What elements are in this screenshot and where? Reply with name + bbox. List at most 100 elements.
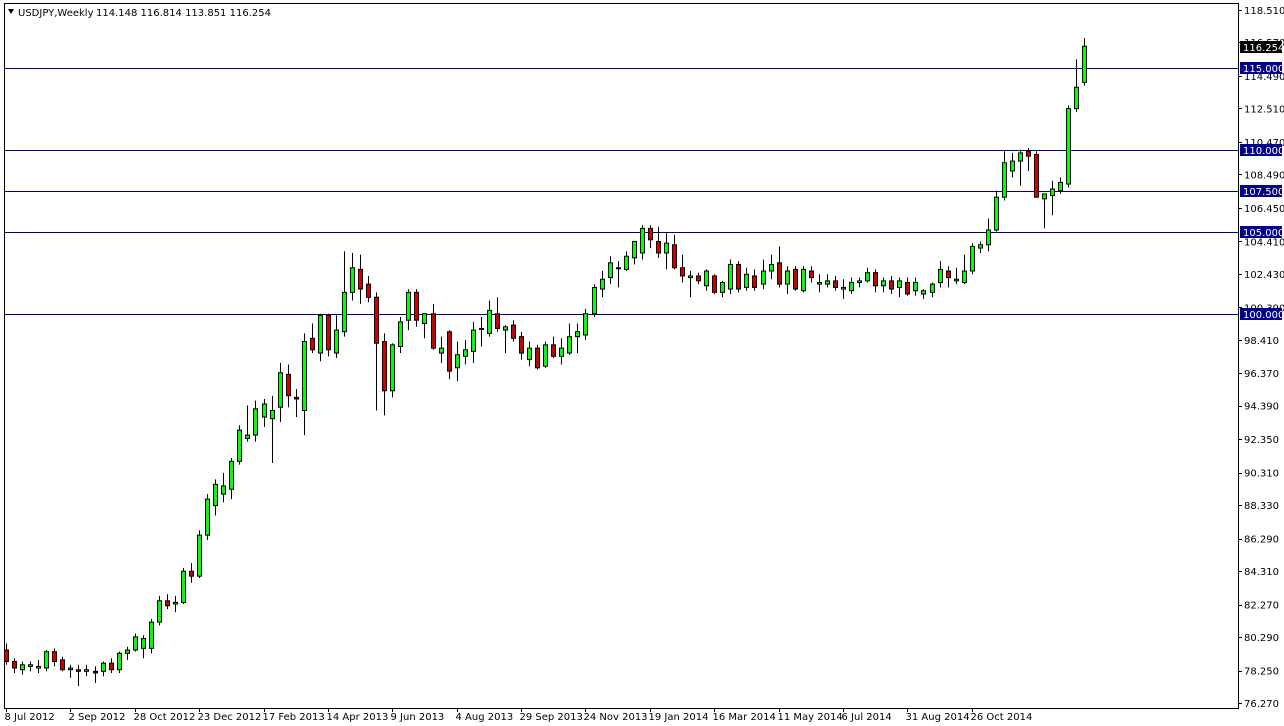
candle-body bbox=[117, 652, 122, 671]
last-price-tag-label: 116.254 bbox=[1243, 43, 1284, 54]
candle-body bbox=[1066, 108, 1071, 185]
candle-body bbox=[881, 280, 886, 287]
candle-body bbox=[358, 268, 363, 290]
candle bbox=[970, 243, 975, 275]
candle bbox=[197, 530, 202, 578]
candle-body bbox=[938, 268, 943, 284]
y-tick-label: 112.510 bbox=[1244, 104, 1284, 115]
level-tag-label: 100.000 bbox=[1243, 310, 1284, 321]
chart-background bbox=[0, 0, 1284, 726]
candle-body bbox=[439, 347, 444, 354]
candle-body bbox=[20, 664, 25, 671]
candle-body bbox=[52, 651, 57, 662]
candle-body bbox=[761, 270, 766, 285]
candle-body bbox=[873, 272, 878, 287]
level-tag-label: 115.000 bbox=[1243, 64, 1284, 75]
candle-body bbox=[463, 349, 468, 357]
candle bbox=[1066, 105, 1071, 188]
candle-body bbox=[785, 270, 790, 285]
level-tag-label: 105.000 bbox=[1243, 228, 1284, 239]
y-tick-label: 84.310 bbox=[1244, 567, 1279, 578]
ohlc-values: 114.148 116.814 113.851 116.254 bbox=[96, 8, 271, 19]
candle bbox=[994, 190, 999, 232]
candle-body bbox=[1034, 154, 1039, 198]
y-tick-label: 118.510 bbox=[1244, 6, 1284, 17]
candle-body bbox=[608, 262, 613, 279]
symbol-label: USDJPY,Weekly bbox=[18, 8, 94, 19]
candle-body bbox=[825, 280, 830, 285]
candle-body bbox=[841, 286, 846, 290]
price-chart[interactable]: 118.510116.570114.490112.510110.470108.4… bbox=[0, 0, 1284, 726]
candle-body bbox=[213, 483, 218, 507]
level-tag-label: 107.500 bbox=[1243, 187, 1284, 198]
candle bbox=[1034, 151, 1039, 198]
x-tick-label: 17 Feb 2013 bbox=[263, 712, 325, 723]
candle-body bbox=[253, 408, 258, 436]
candle-body bbox=[12, 660, 17, 669]
candle-body bbox=[664, 242, 669, 254]
candle-body bbox=[495, 313, 500, 329]
candle-body bbox=[326, 314, 331, 351]
candle-body bbox=[833, 280, 838, 288]
candle bbox=[583, 308, 588, 340]
candle-body bbox=[728, 263, 733, 290]
candle-body bbox=[712, 275, 717, 293]
chart-header: USDJPY,Weekly 114.148 116.814 113.851 11… bbox=[8, 8, 271, 19]
candle-body bbox=[422, 313, 427, 325]
candle-body bbox=[680, 267, 685, 277]
x-tick-label: 4 Aug 2013 bbox=[456, 712, 514, 723]
candle-body bbox=[374, 296, 379, 344]
y-tick-label: 96.370 bbox=[1244, 369, 1279, 380]
candle-body bbox=[366, 283, 371, 298]
candle-body bbox=[221, 485, 226, 495]
candle-body bbox=[125, 649, 130, 654]
candle-body bbox=[632, 240, 637, 259]
y-tick-label: 92.350 bbox=[1244, 435, 1279, 446]
candle-body bbox=[704, 270, 709, 287]
candle-body bbox=[278, 372, 283, 408]
candle-body bbox=[551, 344, 556, 357]
candle-body bbox=[471, 329, 476, 352]
candle-body bbox=[897, 280, 902, 288]
candle-body bbox=[503, 326, 508, 331]
x-tick-label: 2 Sep 2012 bbox=[69, 712, 126, 723]
candle-body bbox=[173, 601, 178, 605]
y-tick-label: 78.250 bbox=[1244, 667, 1279, 678]
y-tick-label: 88.330 bbox=[1244, 501, 1279, 512]
y-tick-label: 86.290 bbox=[1244, 535, 1279, 546]
candle-body bbox=[1026, 150, 1031, 157]
x-tick-label: 29 Sep 2013 bbox=[520, 712, 583, 723]
candle-body bbox=[592, 286, 597, 315]
candle-body bbox=[648, 227, 653, 241]
x-tick-label: 9 Jun 2013 bbox=[391, 712, 445, 723]
candle-body bbox=[60, 659, 65, 671]
candle-body bbox=[245, 434, 250, 439]
candle-body bbox=[318, 314, 323, 354]
candle-body bbox=[310, 337, 315, 351]
y-tick-label: 102.430 bbox=[1244, 270, 1284, 281]
candle-body bbox=[527, 347, 532, 361]
candle-body bbox=[616, 267, 621, 270]
candle-body bbox=[109, 662, 114, 671]
candle-body bbox=[390, 344, 395, 392]
x-tick-label: 23 Dec 2012 bbox=[198, 712, 262, 723]
candle-body bbox=[1042, 193, 1047, 200]
candle-body bbox=[1050, 188, 1055, 197]
candle-body bbox=[905, 282, 910, 295]
candle bbox=[181, 567, 186, 605]
chart-window[interactable]: 118.510116.570114.490112.510110.470108.4… bbox=[0, 0, 1284, 726]
candle-body bbox=[889, 280, 894, 290]
candle-body bbox=[157, 600, 162, 623]
candle-body bbox=[857, 280, 862, 284]
candle-body bbox=[286, 373, 291, 397]
candle-body bbox=[575, 331, 580, 338]
candle-body bbox=[656, 240, 661, 254]
candle-body bbox=[801, 268, 806, 292]
candle-body bbox=[817, 282, 822, 285]
candle-body bbox=[921, 290, 926, 295]
candle-body bbox=[962, 270, 967, 284]
y-tick-label: 76.270 bbox=[1244, 699, 1279, 710]
candle-body bbox=[398, 321, 403, 347]
candle-body bbox=[1018, 152, 1023, 162]
candle-body bbox=[583, 313, 588, 336]
